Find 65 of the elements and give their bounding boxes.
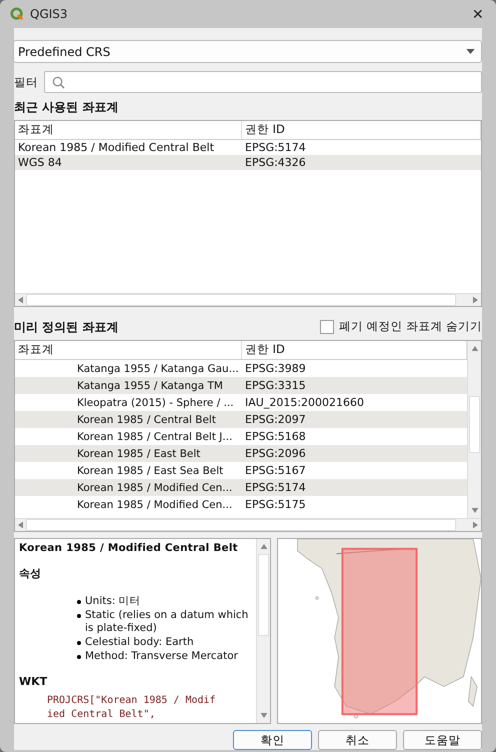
checkbox-label[interactable]: 폐기 예정인 좌표계 숨기기 (339, 319, 482, 334)
dropdown-arrow-icon (466, 49, 475, 54)
scroll-up-icon[interactable] (260, 544, 268, 549)
property-text: Units: 미터 (85, 595, 141, 608)
table-cell[interactable]: WGS 84 (15, 156, 242, 169)
table-cell[interactable]: Katanga 1955 / Katanga TM (15, 380, 242, 392)
vertical-scrollbar[interactable] (256, 539, 270, 723)
wkt-text: ied Central Belt", (46, 708, 156, 722)
table-cell[interactable]: Korean 1985 / Modified Cen... (15, 498, 242, 510)
close-button[interactable]: ✕ (460, 0, 496, 28)
table-cell[interactable]: EPSG:5174 (242, 141, 481, 154)
dialog-button[interactable]: 취소 (318, 730, 397, 750)
table-cell[interactable]: Korean 1985 / East Belt (15, 448, 242, 460)
dialog-button[interactable]: 확인 (233, 730, 312, 750)
scroll-right-icon[interactable] (473, 296, 478, 304)
property-text: Celestial body: Earth (85, 636, 194, 649)
column-header[interactable]: 권한 ID (242, 121, 481, 139)
scroll-down-icon[interactable] (470, 508, 478, 513)
column-header[interactable]: 좌표계 (15, 121, 242, 139)
table-cell[interactable]: EPSG:3315 (242, 379, 467, 392)
scroll-left-icon[interactable] (18, 296, 23, 304)
table-cell[interactable]: EPSG:2096 (242, 447, 467, 460)
scroll-up-icon[interactable] (470, 346, 478, 351)
table-cell[interactable]: EPSG:5174 (242, 481, 467, 494)
table-cell[interactable]: EPSG:5175 (242, 498, 467, 511)
horizontal-scrollbar[interactable] (15, 293, 481, 306)
wkt-text: PROJCRS["Korean 1985 / Modif (46, 694, 217, 708)
qgis-logo-icon (10, 7, 24, 21)
column-header[interactable]: 좌표계 (15, 341, 242, 359)
table-cell[interactable]: IAU_2015:200021660 (242, 396, 467, 409)
scroll-down-icon[interactable] (260, 713, 268, 718)
bullet-icon (77, 600, 81, 604)
table-cell[interactable]: Korean 1985 / Modified Cen... (15, 482, 242, 494)
properties-heading: 속성 (19, 566, 42, 581)
bullet-icon (77, 641, 81, 645)
window-title: QGIS3 (30, 7, 69, 21)
dialog-button[interactable]: 도움말 (403, 730, 482, 750)
wkt-heading: WKT (19, 675, 48, 688)
crs-title: Korean 1985 / Modified Central Belt (19, 542, 239, 554)
table-cell[interactable]: Korean 1985 / East Sea Belt (15, 464, 242, 476)
table-cell[interactable]: EPSG:4326 (242, 156, 481, 169)
table-cell[interactable]: EPSG:5168 (242, 430, 467, 443)
table-cell[interactable]: EPSG:2097 (242, 413, 467, 426)
table-cell[interactable]: Korean 1985 / Central Belt (15, 414, 242, 426)
table-cell[interactable]: Korean 1985 / Central Belt J... (15, 430, 242, 442)
filter-field[interactable] (44, 71, 482, 93)
scroll-left-icon[interactable] (18, 521, 23, 529)
bullet-icon (77, 655, 81, 659)
crs-type-dropdown[interactable]: Predefined CRS (13, 40, 482, 63)
property-text: Method: Transverse Mercator (85, 650, 238, 663)
section-heading: 최근 사용된 좌표계 (14, 99, 120, 116)
table-cell[interactable]: Korean 1985 / Modified Central Belt (15, 141, 242, 154)
scroll-right-icon[interactable] (473, 521, 478, 529)
table-cell[interactable]: EPSG:3989 (242, 362, 467, 375)
property-text: Static (relies on a datum which is plate-fixed) (85, 609, 250, 635)
table-cell[interactable]: EPSG:5167 (242, 464, 467, 477)
bullet-icon (77, 614, 81, 618)
filter-label: 필터 (14, 74, 38, 90)
horizontal-scrollbar[interactable] (15, 518, 481, 531)
section-heading: 미리 정의된 좌표계 (14, 319, 118, 336)
table-cell[interactable]: Katanga 1955 / Katanga Gau... (15, 362, 242, 374)
vertical-scrollbar[interactable] (467, 341, 481, 518)
table-cell[interactable]: Kleopatra (2015) - Sphere / ... (15, 396, 242, 408)
checkbox[interactable] (320, 320, 334, 334)
search-icon (52, 76, 65, 88)
